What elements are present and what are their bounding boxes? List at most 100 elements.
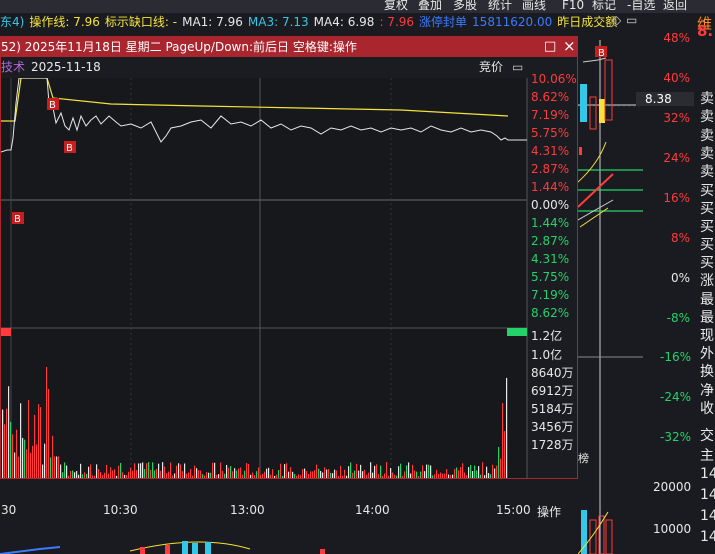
maximize-icon[interactable]: □ [544, 37, 556, 57]
volume-bar [472, 471, 474, 478]
indicator-limit-value: 15811620.00 [472, 15, 553, 29]
strip-bar [182, 541, 188, 554]
volume-bar [114, 469, 116, 478]
side-char: 现 [700, 328, 714, 344]
volume-bar [324, 467, 326, 478]
volume-bar [462, 463, 464, 478]
toolbar-button-multi[interactable]: 多股 [453, 0, 477, 13]
k-candle [604, 59, 613, 121]
popup-subheader: 技术 2025-11-18 竞价 ▭ [1, 57, 577, 78]
volume-bar [230, 466, 232, 478]
vol-bar [589, 519, 597, 554]
volume-bar [264, 471, 266, 478]
volume-bar [100, 472, 102, 478]
close-icon[interactable]: × [563, 36, 576, 56]
popup-titlebar[interactable]: 52) 2025年11月18日 星期二 PageUp/Down:前后日 空格键:… [1, 37, 577, 57]
side-char: 最 [700, 310, 714, 326]
side-char: 14 [700, 508, 715, 524]
indicator-limit-label: 涨停封单 [419, 15, 468, 29]
ma-line-yellow [578, 141, 607, 183]
volume-bar [176, 465, 178, 478]
price-tag: 8.38 [645, 92, 672, 106]
volume-bar [116, 475, 118, 478]
pct-label: 4.31% [531, 144, 570, 158]
toolbar-button-stats[interactable]: 统计 [488, 0, 512, 13]
time-label: 10:30 [103, 503, 138, 517]
toolbar-button-watchlist[interactable]: -自选 [627, 0, 655, 13]
toolbar-button-restore[interactable]: 复权 [384, 0, 408, 13]
indicator-line: 东4) 操作线: 7.96 标示缺口线: - MA1: 7.96 MA3: 7.13 MA… [0, 13, 630, 32]
auction-icon[interactable]: ▭ [512, 57, 523, 78]
k-candle [580, 84, 587, 122]
toolbar-button-mark[interactable]: 标记 [592, 0, 616, 13]
volume-bar [236, 470, 238, 478]
volume-bar [304, 468, 306, 478]
volume-bar [354, 470, 356, 478]
volume-bar [18, 456, 20, 478]
volume-bar [6, 408, 8, 478]
volume-bar [270, 474, 272, 478]
toolbar-button-f10[interactable]: F10 [562, 0, 584, 13]
volume-bar [158, 463, 160, 478]
volume-bar [132, 470, 134, 478]
volume-bar [258, 467, 260, 478]
volume-bar [98, 469, 100, 478]
volume-bar [150, 469, 152, 478]
volume-bar [200, 470, 202, 478]
side-char: 买 [700, 237, 714, 253]
volume-bar [410, 473, 412, 478]
volume-bar [424, 471, 426, 478]
volume-bar [26, 449, 28, 478]
side-char: 卖 [700, 128, 714, 144]
volume-bar [350, 462, 352, 478]
volume-bar [344, 469, 346, 478]
toolbar-button-draw[interactable]: 画线 [522, 0, 546, 13]
volume-bar [40, 407, 42, 478]
auction-label[interactable]: 竞价 [479, 57, 503, 78]
volume-bar [50, 457, 52, 478]
dropdown-icon[interactable]: ◇ [612, 13, 621, 27]
indicator-ma-last: : 7.96 [379, 15, 415, 29]
vol-label: 1.0亿 [531, 348, 563, 362]
right-pct-label: 40% [663, 71, 690, 85]
b-marker-label: B [66, 143, 73, 154]
volume-bar [302, 469, 304, 478]
volume-bar [384, 473, 386, 478]
volume-bar [506, 377, 508, 478]
pct-label: 1.44% [531, 180, 570, 194]
volume-bar [198, 470, 200, 478]
strip-line-yellow [129, 541, 251, 552]
volume-bar [452, 474, 454, 478]
volume-bar [152, 462, 154, 478]
volume-bar [248, 463, 250, 478]
volume-bar [430, 465, 432, 478]
volume-bar [186, 473, 188, 478]
volume-bar [322, 472, 324, 478]
operate-button[interactable]: 操作 [537, 503, 561, 520]
volume-bar [412, 464, 414, 478]
toolbar-button-overlay[interactable]: 叠加 [418, 0, 442, 13]
volume-bar [328, 469, 330, 478]
volume-bar [64, 462, 66, 478]
volume-bar [218, 474, 220, 478]
k-candle [589, 96, 597, 130]
volume-bar [364, 469, 366, 478]
vol-label: 5184万 [531, 402, 574, 416]
toolbar-button-back[interactable]: 返回 [663, 0, 687, 13]
volume-bar [372, 472, 374, 478]
volume-bar [80, 463, 82, 478]
volume-bar [398, 466, 400, 478]
volume-bar [22, 437, 24, 478]
side-char: 卖 [700, 91, 714, 107]
scroll-icon[interactable]: ▭ [626, 13, 637, 27]
volume-bar [16, 429, 18, 478]
volume-bar [166, 473, 168, 478]
volume-bar [60, 464, 62, 478]
volume-bar [220, 462, 222, 478]
volume-bar [298, 474, 300, 478]
time-label: 14:00 [355, 503, 390, 517]
right-pct-label: 16% [663, 191, 690, 205]
volume-bar [338, 475, 340, 478]
volume-bar [182, 471, 184, 478]
right-chart-panel: B 8.38 榜 20000 10000 [578, 40, 694, 554]
